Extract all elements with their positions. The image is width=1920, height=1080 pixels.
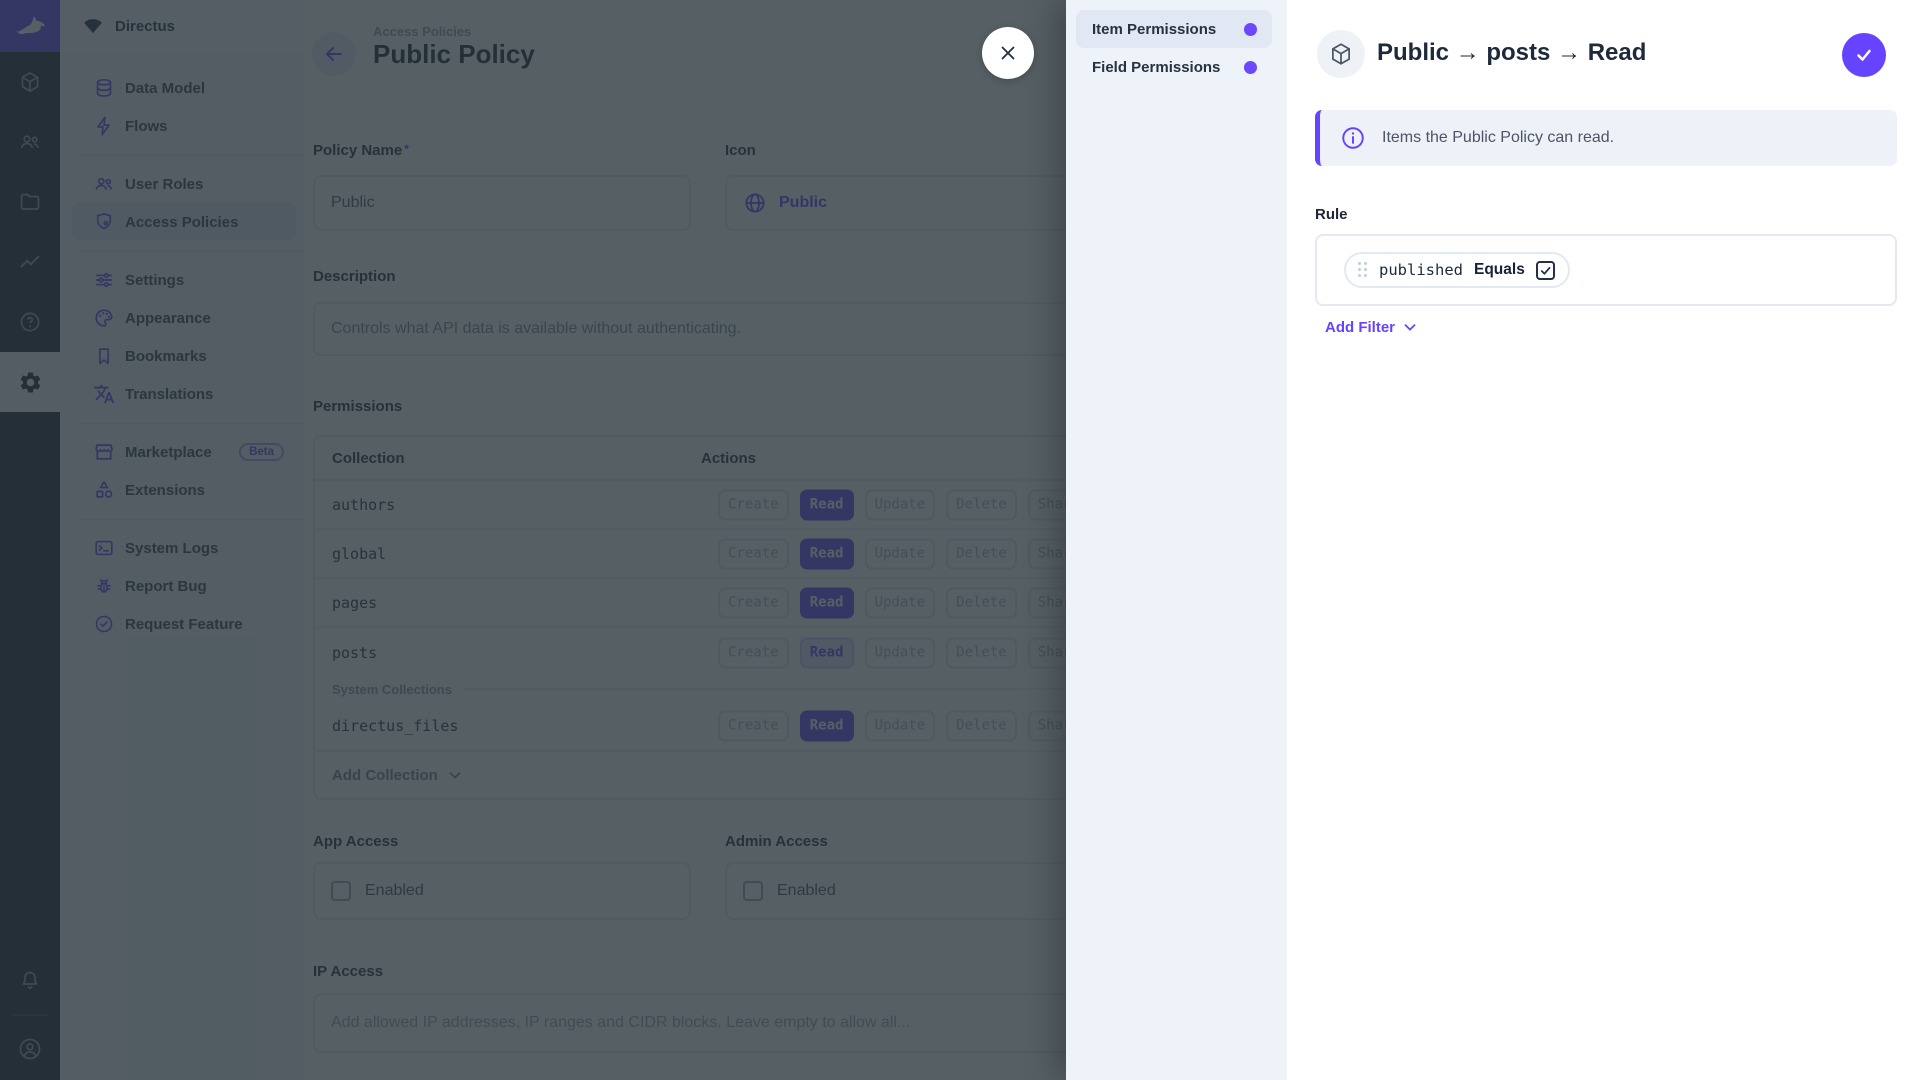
active-rule-dot bbox=[1244, 22, 1257, 36]
check-icon bbox=[1540, 266, 1551, 275]
add-filter-button[interactable]: Add Filter bbox=[1325, 318, 1419, 336]
drawer-title: Public → posts → Read bbox=[1377, 39, 1647, 66]
app-window: Directus Data Model Flows User Rol bbox=[0, 0, 1920, 1080]
active-rule-dot bbox=[1244, 60, 1257, 74]
filter-value-checkbox[interactable] bbox=[1535, 260, 1555, 280]
tab-item-permissions[interactable]: Item Permissions bbox=[1076, 10, 1272, 48]
info-icon bbox=[1342, 127, 1364, 149]
cube-icon bbox=[1332, 43, 1350, 65]
info-notice: Items the Public Policy can read. bbox=[1315, 110, 1897, 166]
permissions-drawer: Public → posts → Read Items the Public P… bbox=[1287, 0, 1920, 1080]
drag-handle-icon[interactable] bbox=[1358, 262, 1368, 278]
drawer-header-icon-circle bbox=[1317, 30, 1365, 78]
filter-pill[interactable]: published Equals bbox=[1344, 252, 1570, 288]
check-icon bbox=[1857, 49, 1871, 61]
overlay-scrim[interactable] bbox=[0, 0, 1066, 1080]
filter-field[interactable]: published bbox=[1379, 261, 1463, 279]
rule-filter-box: published Equals bbox=[1315, 234, 1897, 306]
close-icon bbox=[1001, 46, 1015, 60]
filter-operator[interactable]: Equals bbox=[1474, 261, 1525, 279]
notice-text: Items the Public Policy can read. bbox=[1382, 129, 1615, 146]
drawer-close-button[interactable] bbox=[982, 27, 1034, 79]
tab-field-permissions[interactable]: Field Permissions bbox=[1076, 48, 1272, 86]
drawer-sidebar: Item Permissions Field Permissions bbox=[1066, 0, 1287, 1080]
save-button[interactable] bbox=[1842, 33, 1886, 77]
rule-label: Rule bbox=[1315, 206, 1348, 223]
chevron-down-icon bbox=[1404, 324, 1416, 331]
